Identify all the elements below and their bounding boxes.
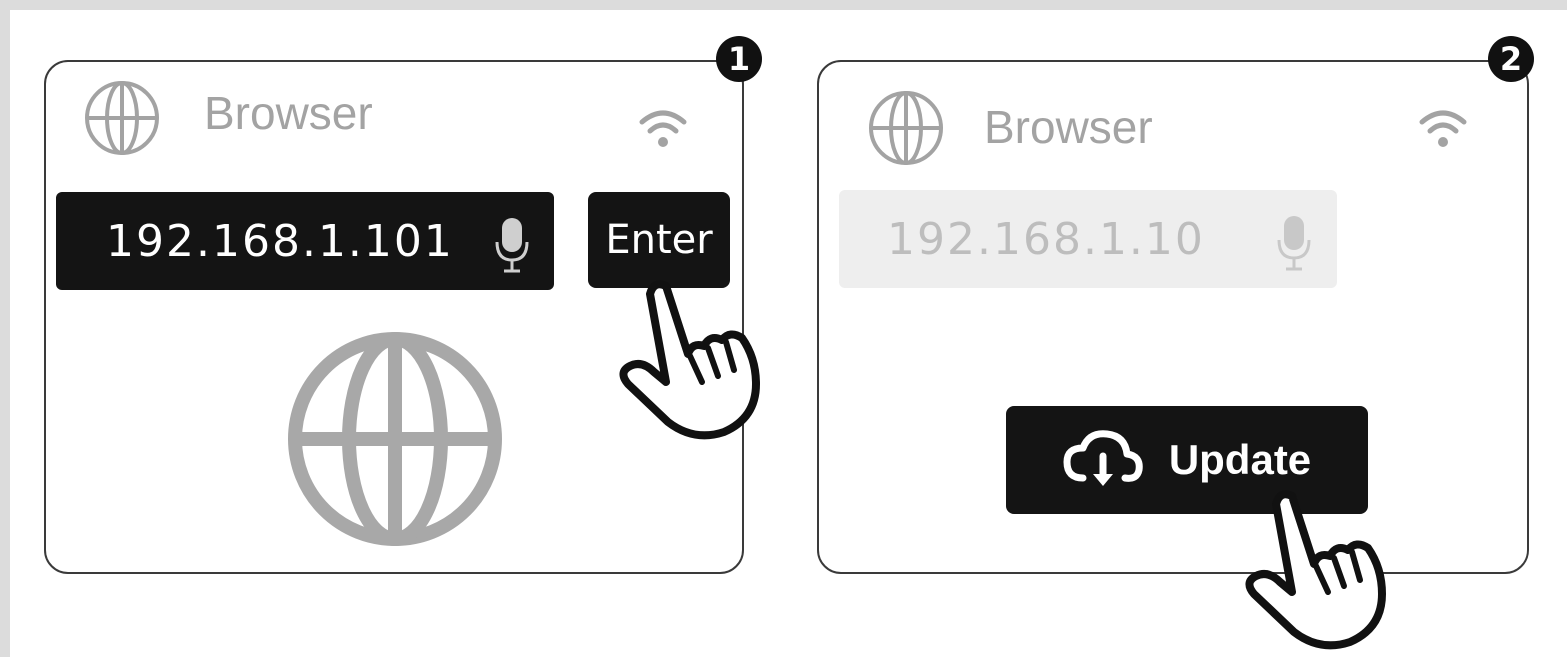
update-button-label: Update bbox=[1168, 436, 1312, 483]
app-title: Browser bbox=[204, 87, 373, 139]
cloud-download-icon bbox=[1063, 430, 1143, 486]
globe-icon bbox=[869, 91, 943, 165]
step-badge-2: 2 bbox=[1488, 36, 1534, 82]
globe-icon bbox=[85, 81, 159, 155]
url-text: 192.168.1.101 bbox=[106, 215, 454, 267]
instruction-canvas: 1 Browser 192.168.1.101 Enter 2 Browser … bbox=[10, 10, 1567, 657]
microphone-icon[interactable] bbox=[494, 216, 530, 274]
step-badge-1: 1 bbox=[716, 36, 762, 82]
wifi-icon bbox=[639, 110, 687, 147]
globe-icon bbox=[288, 332, 502, 546]
hand-pointer-icon bbox=[1245, 490, 1386, 650]
url-input[interactable]: 192.168.1.10 bbox=[839, 190, 1337, 288]
wifi-icon bbox=[1419, 110, 1467, 147]
hand-pointer-icon bbox=[619, 280, 760, 440]
microphone-icon[interactable] bbox=[1276, 214, 1312, 272]
url-input[interactable]: 192.168.1.101 bbox=[56, 192, 554, 290]
app-title: Browser bbox=[984, 101, 1153, 153]
url-text: 192.168.1.10 bbox=[887, 213, 1205, 265]
